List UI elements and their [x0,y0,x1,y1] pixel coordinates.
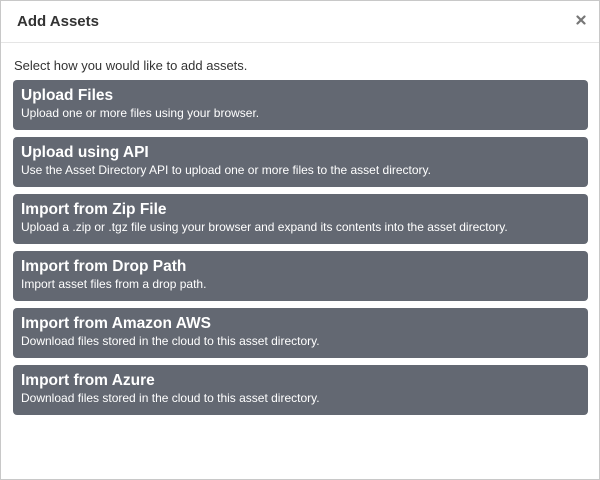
import-from-azure-option[interactable]: Import from Azure Download files stored … [13,365,588,415]
close-button[interactable] [573,12,589,28]
instructions-text: Select how you would like to add assets. [14,58,248,73]
option-title: Upload using API [21,144,149,161]
import-from-zip-option[interactable]: Import from Zip File Upload a .zip or .t… [13,194,588,244]
option-description: Upload one or more files using your brow… [21,106,260,120]
option-description: Download files stored in the cloud to th… [21,391,320,405]
option-description: Upload a .zip or .tgz file using your br… [21,220,508,234]
dialog-header: Add Assets [1,1,599,43]
options-list: Upload Files Upload one or more files us… [13,80,588,422]
option-description: Import asset files from a drop path. [21,277,207,291]
option-description: Download files stored in the cloud to th… [21,334,320,348]
upload-files-option[interactable]: Upload Files Upload one or more files us… [13,80,588,130]
option-title: Import from Azure [21,372,155,389]
option-title: Upload Files [21,87,114,104]
option-title: Import from Amazon AWS [21,315,212,332]
upload-using-api-option[interactable]: Upload using API Use the Asset Directory… [13,137,588,187]
option-title: Import from Zip File [21,201,167,218]
import-from-amazon-aws-option[interactable]: Import from Amazon AWS Download files st… [13,308,588,358]
import-from-drop-path-option[interactable]: Import from Drop Path Import asset files… [13,251,588,301]
option-description: Use the Asset Directory API to upload on… [21,163,431,177]
close-icon [576,15,586,25]
dialog-title: Add Assets [17,13,99,30]
add-assets-dialog: Add Assets Select how you would like to … [0,0,600,480]
option-title: Import from Drop Path [21,258,187,275]
